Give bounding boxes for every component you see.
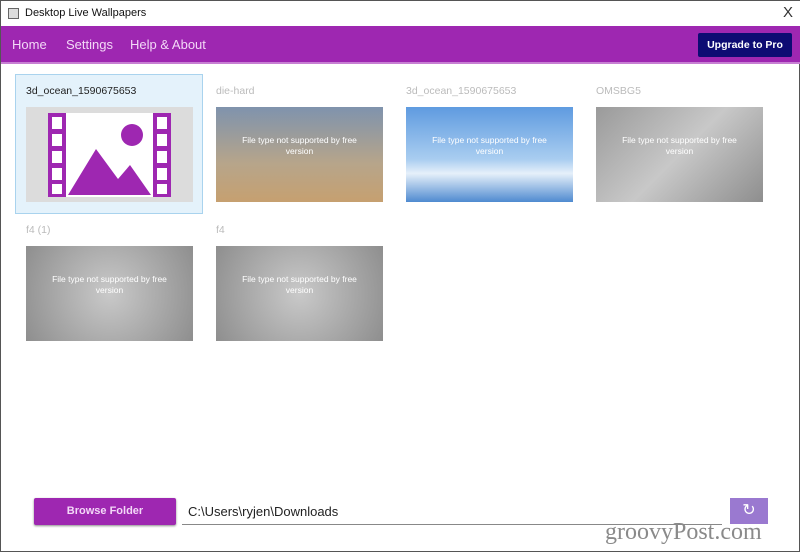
tile-label: 3d_ocean_1590675653 (406, 85, 517, 97)
tile-label: f4 (216, 224, 225, 236)
nav-settings[interactable]: Settings (66, 37, 113, 52)
wallpaper-thumbnail: File type not supported by free version (216, 246, 383, 341)
unsupported-message: File type not supported by free version (432, 135, 547, 156)
wallpaper-tile[interactable]: f4 File type not supported by free versi… (206, 214, 394, 354)
wallpaper-thumbnail: File type not supported by free version (26, 246, 193, 341)
tile-label: f4 (1) (26, 224, 51, 236)
video-placeholder-icon (26, 107, 193, 202)
upgrade-button[interactable]: Upgrade to Pro (698, 33, 792, 57)
close-button[interactable]: X (783, 4, 793, 21)
wallpaper-thumbnail: File type not supported by free version (596, 107, 763, 202)
title-bar: Desktop Live Wallpapers X (1, 1, 800, 26)
nav-home[interactable]: Home (12, 37, 47, 52)
unsupported-message: File type not supported by free version (622, 135, 737, 156)
wallpaper-tile[interactable]: f4 (1) File type not supported by free v… (16, 214, 204, 354)
window-title: Desktop Live Wallpapers (25, 7, 147, 19)
app-icon (8, 8, 19, 19)
wallpaper-thumbnail: File type not supported by free version (406, 107, 573, 202)
unsupported-message: File type not supported by free version (242, 135, 357, 156)
tile-label: 3d_ocean_1590675653 (26, 85, 137, 97)
wallpaper-tile[interactable]: 3d_ocean_1590675653 File type not suppor… (396, 75, 584, 215)
watermark: groovyPost.com (605, 519, 762, 545)
wallpaper-thumbnail: File type not supported by free version (216, 107, 383, 202)
wallpaper-tile[interactable]: 3d_ocean_1590675653 (15, 74, 203, 214)
browse-folder-button[interactable]: Browse Folder (34, 498, 176, 525)
unsupported-message: File type not supported by free version (52, 274, 167, 295)
refresh-icon: ↻ (742, 502, 756, 519)
wallpaper-tile[interactable]: die-hard File type not supported by free… (206, 75, 394, 215)
unsupported-message: File type not supported by free version (242, 274, 357, 295)
tile-label: OMSBG5 (596, 85, 641, 97)
tile-label: die-hard (216, 85, 255, 97)
nav-help-about[interactable]: Help & About (130, 37, 206, 52)
nav-bar: Home Settings Help & About Upgrade to Pr… (1, 26, 800, 64)
wallpaper-tile[interactable]: OMSBG5 File type not supported by free v… (586, 75, 774, 215)
